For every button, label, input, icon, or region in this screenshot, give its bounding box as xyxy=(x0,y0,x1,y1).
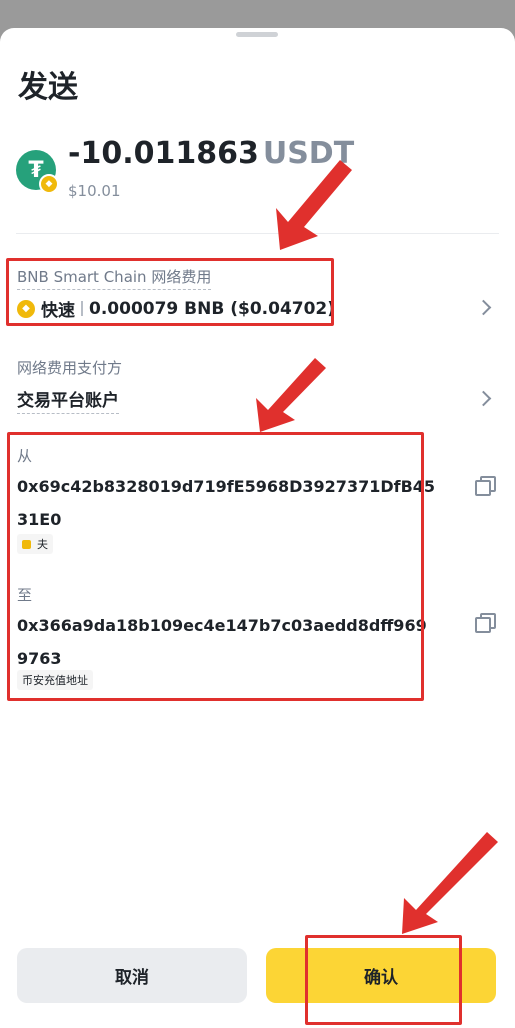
chevron-right-icon[interactable] xyxy=(475,390,492,407)
send-amount: -10.011863 USDT xyxy=(68,136,354,171)
to-address: 0x366a9da18b109ec4e147b7c03aedd8dff96997… xyxy=(17,616,427,668)
network-fee-label: BNB Smart Chain 网络费用 xyxy=(17,266,212,290)
fee-payer-value[interactable]: 交易平台账户 xyxy=(17,386,119,414)
separator xyxy=(81,301,83,316)
chevron-right-icon[interactable] xyxy=(475,299,492,316)
from-tag: 夫 xyxy=(17,534,53,554)
amount-unit: USDT xyxy=(262,136,355,171)
copy-to-address-icon[interactable] xyxy=(475,613,496,633)
divider xyxy=(16,233,499,234)
page-title: 发送 xyxy=(18,70,78,105)
fiat-value: $10.01 xyxy=(68,182,121,200)
from-address: 0x69c42b8328019d719fE5968D3927371DfB4531… xyxy=(17,477,436,529)
bottom-sheet: 发送 ₮ ◆ -10.011863 USDT $10.01 BNB Smart C… xyxy=(0,28,515,1028)
fee-amount: 0.000079 BNB ($0.04702) xyxy=(89,298,336,319)
from-label: 从 xyxy=(17,447,33,465)
cancel-button[interactable]: 取消 xyxy=(17,948,247,1003)
bnb-coin-icon: ◆ xyxy=(17,299,35,318)
from-tag-label: 夫 xyxy=(37,538,48,551)
confirm-button[interactable]: 确认 xyxy=(266,948,496,1003)
to-label: 至 xyxy=(17,586,33,604)
network-fee-row[interactable]: ◆ 快速 0.000079 BNB ($0.04702) xyxy=(17,296,335,321)
sheet-drag-handle[interactable] xyxy=(236,32,278,37)
copy-from-address-icon[interactable] xyxy=(475,476,496,496)
to-tag: 币安充值地址 xyxy=(17,670,93,690)
fee-payer-label: 网络费用支付方 xyxy=(17,359,123,377)
to-tag-label: 币安充值地址 xyxy=(22,674,88,687)
wallet-icon xyxy=(22,539,31,549)
fee-speed: 快速 xyxy=(41,301,75,321)
bnb-chain-badge-icon: ◆ xyxy=(39,174,59,194)
amount-value: -10.011863 xyxy=(68,136,259,171)
